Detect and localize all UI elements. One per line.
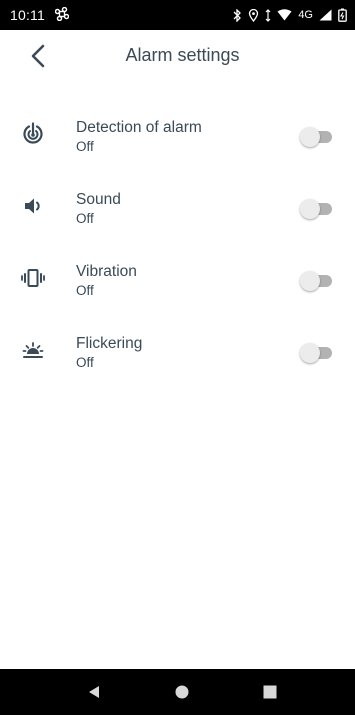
speaker-icon <box>21 192 45 220</box>
setting-row-sound: Sound Off <box>0 184 355 256</box>
toggle-thumb <box>300 343 320 363</box>
flickering-toggle[interactable] <box>300 342 334 363</box>
flicker-light-icon <box>21 336 45 364</box>
triangle-back-icon <box>89 686 99 698</box>
nav-recents-button[interactable] <box>260 683 280 701</box>
data-transfer-icon <box>265 8 271 22</box>
setting-label: Sound <box>76 191 121 208</box>
setting-label: Flickering <box>76 335 143 352</box>
page-title: Alarm settings <box>125 45 240 65</box>
setting-text: Flickering Off <box>76 334 142 372</box>
setting-label: Vibration <box>76 263 137 280</box>
setting-text: Detection of alarm Off <box>76 118 202 156</box>
status-bar: 10:11 4G <box>0 0 355 30</box>
nav-back-button[interactable] <box>84 683 104 701</box>
battery-icon <box>338 8 347 22</box>
sound-toggle[interactable] <box>300 198 334 219</box>
setting-row-flickering: Flickering Off <box>0 328 355 400</box>
setting-row-detection-of-alarm: Detection of alarm Off <box>0 112 355 184</box>
status-time: 10:11 <box>10 7 45 23</box>
setting-text: Vibration Off <box>76 262 137 300</box>
alarm-detection-icon <box>21 120 45 148</box>
nav-home-button[interactable] <box>172 683 192 701</box>
toggle-thumb <box>300 127 320 147</box>
location-icon <box>248 8 259 22</box>
setting-text: Sound Off <box>76 190 121 228</box>
toggle-thumb <box>300 199 320 219</box>
command-icon <box>54 6 70 24</box>
app-header: Alarm settings <box>0 30 355 82</box>
circle-home-icon <box>175 685 189 699</box>
vibration-toggle[interactable] <box>300 270 334 291</box>
network-type: 4G <box>298 9 313 21</box>
system-navigation-bar <box>0 669 355 715</box>
detection-of-alarm-toggle[interactable] <box>300 126 334 147</box>
vibration-icon <box>21 264 45 292</box>
setting-value: Off <box>76 211 94 226</box>
square-recents-icon <box>263 685 277 699</box>
settings-list: Detection of alarm Off Sound Off Vibrati… <box>0 112 355 400</box>
setting-value: Off <box>76 355 94 370</box>
wifi-icon <box>277 9 292 21</box>
alarm-settings-screen: 10:11 4G Alarm settings Detection of ala… <box>0 0 355 715</box>
bluetooth-icon <box>232 8 242 22</box>
setting-row-vibration: Vibration Off <box>0 256 355 328</box>
setting-label: Detection of alarm <box>76 119 202 136</box>
toggle-thumb <box>300 271 320 291</box>
signal-icon <box>319 9 332 21</box>
setting-value: Off <box>76 139 94 154</box>
setting-value: Off <box>76 283 94 298</box>
